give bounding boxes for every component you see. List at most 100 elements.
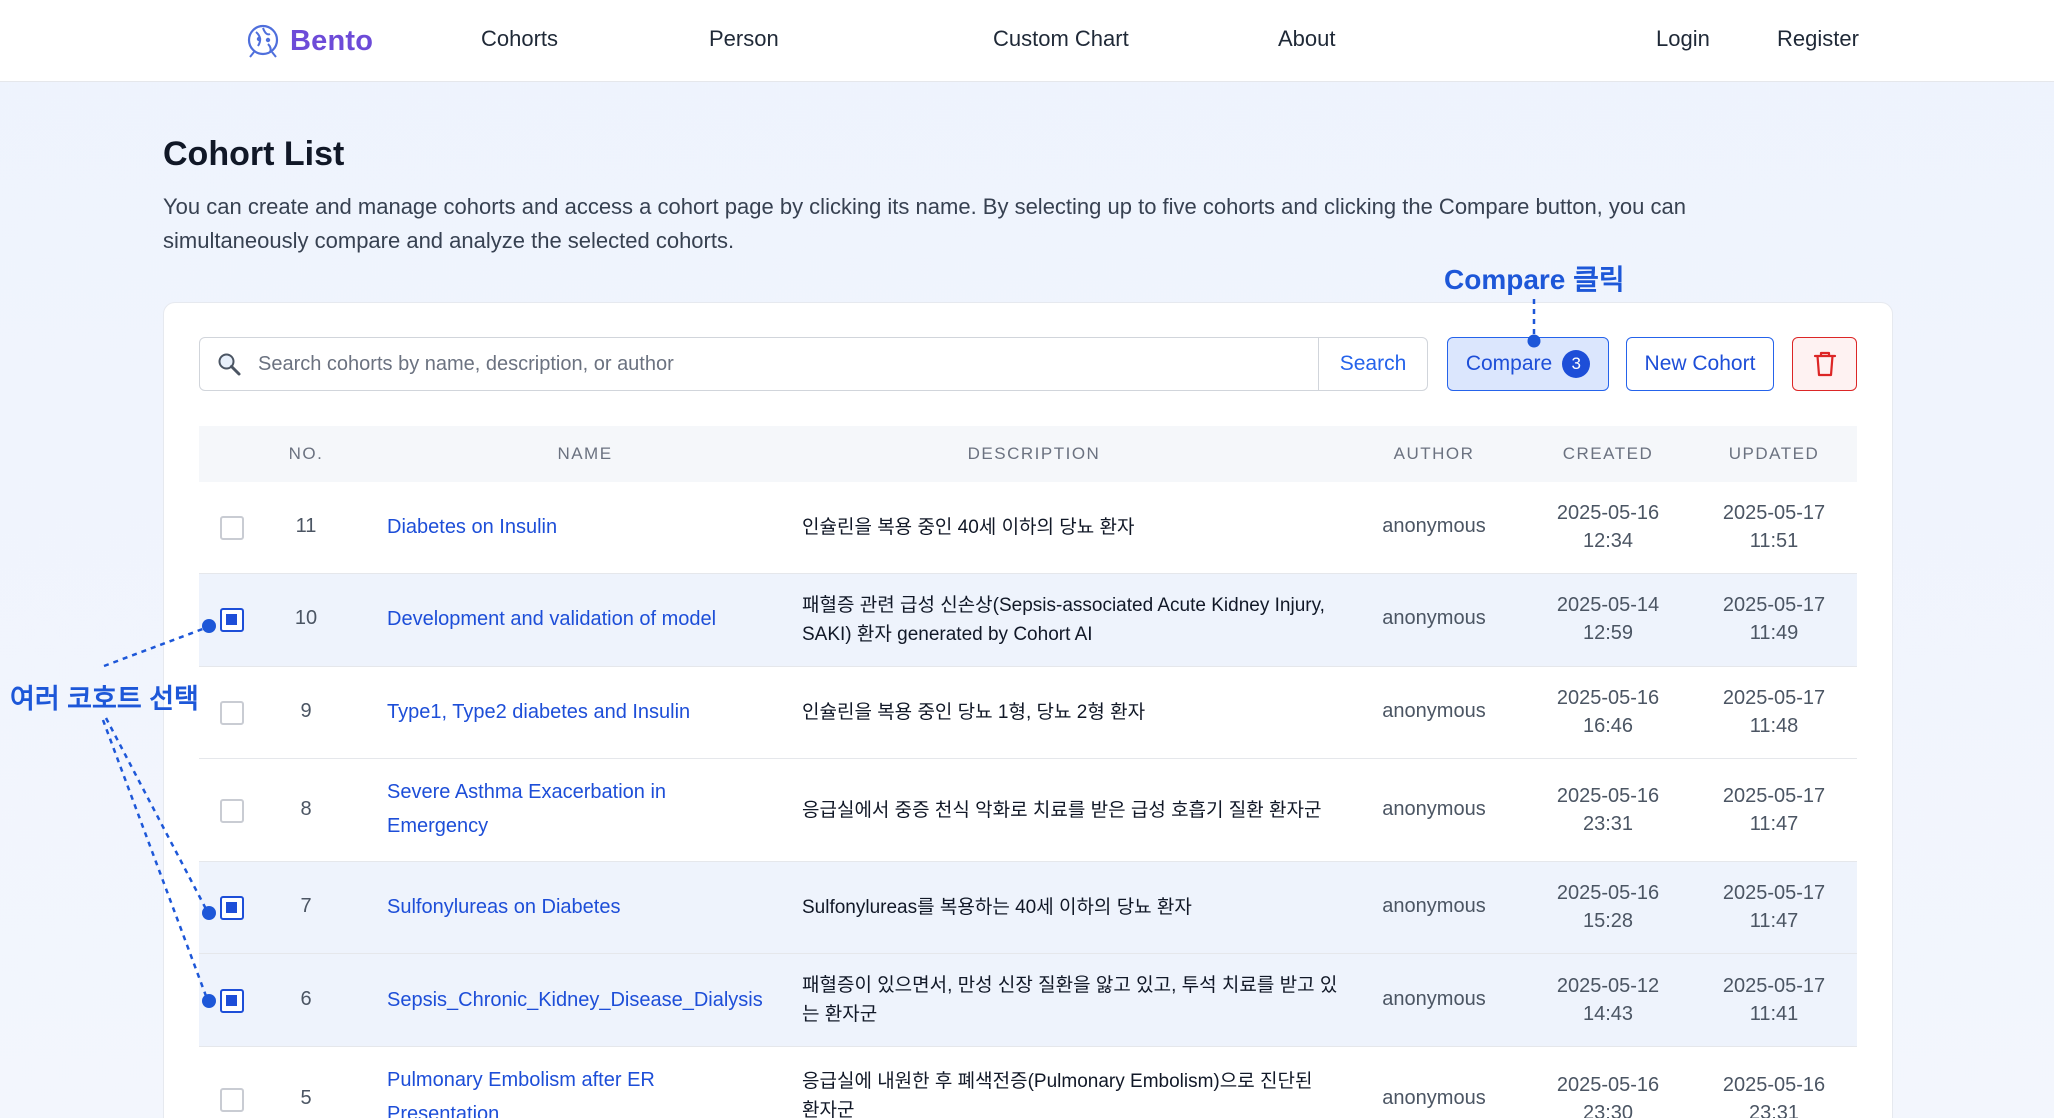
created-date: 2025-05-16 12:34	[1538, 499, 1678, 555]
updated-date: 2025-05-17 11:47	[1704, 782, 1844, 838]
brand-name: Bento	[290, 24, 374, 57]
nav-link-cohorts[interactable]: Cohorts	[481, 26, 558, 52]
created-date-time: 16:46	[1582, 715, 1634, 737]
updated-date: 2025-05-17 11:41	[1704, 972, 1844, 1028]
register-link[interactable]: Register	[1777, 26, 1859, 52]
page-title: Cohort List	[163, 135, 345, 173]
row-checkbox[interactable]	[220, 896, 244, 920]
updated-date-day: 2025-05-17	[1722, 975, 1826, 997]
row-checkbox[interactable]	[220, 989, 244, 1013]
search-button[interactable]: Search	[1318, 337, 1428, 391]
created-date-time: 12:59	[1582, 622, 1634, 644]
updated-date-day: 2025-05-17	[1722, 882, 1826, 904]
nav-link-person[interactable]: Person	[709, 26, 779, 52]
row-number: 9	[300, 700, 312, 722]
created-date: 2025-05-16 23:30	[1538, 1071, 1678, 1118]
cohort-author: anonymous	[1382, 607, 1486, 629]
row-checkbox[interactable]	[220, 701, 244, 725]
nav-link-about[interactable]: About	[1278, 26, 1336, 52]
column-header-updated: UPDATED	[1728, 444, 1820, 463]
cohort-name-link[interactable]: Sepsis_Chronic_Kidney_Disease_Dialysis	[387, 983, 797, 1017]
updated-date-day: 2025-05-17	[1722, 785, 1826, 807]
created-date-day: 2025-05-16	[1556, 1074, 1660, 1096]
created-date-time: 23:31	[1582, 813, 1634, 835]
page-description: You can create and manage cohorts and ac…	[163, 194, 1686, 253]
table-row: 5 Pulmonary Embolism after ER Presentati…	[199, 1047, 1857, 1118]
nav-link-custom-chart[interactable]: Custom Chart	[993, 26, 1129, 52]
created-date-day: 2025-05-16	[1556, 687, 1660, 709]
updated-date: 2025-05-17 11:49	[1704, 591, 1844, 647]
table-row: 8 Severe Asthma Exacerbation in Emergenc…	[199, 759, 1857, 862]
created-date: 2025-05-14 12:59	[1538, 591, 1678, 647]
created-date-time: 15:28	[1582, 910, 1634, 932]
created-date-day: 2025-05-14	[1556, 594, 1660, 616]
brand-logo[interactable]: Bento	[246, 20, 373, 62]
row-checkbox[interactable]	[220, 608, 244, 632]
updated-date-time: 11:47	[1749, 813, 1799, 835]
row-checkbox[interactable]	[220, 799, 244, 823]
bento-logo-icon	[247, 24, 279, 58]
row-number: 8	[300, 798, 312, 820]
trash-icon	[1813, 351, 1836, 377]
compare-count-badge: 3	[1562, 350, 1591, 378]
cohort-author: anonymous	[1382, 515, 1486, 537]
created-date: 2025-05-16 23:31	[1538, 782, 1678, 838]
created-date: 2025-05-16 16:46	[1538, 684, 1678, 740]
cohort-author: anonymous	[1382, 700, 1486, 722]
table-row: 6 Sepsis_Chronic_Kidney_Disease_Dialysis…	[199, 954, 1857, 1047]
column-header-name: NAME	[557, 444, 613, 463]
table-header: NO. NAME DESCRIPTION AUTHOR CREATED UPDA…	[199, 426, 1857, 482]
created-date-time: 23:30	[1582, 1102, 1634, 1118]
row-checkbox[interactable]	[220, 1088, 244, 1112]
search-icon	[218, 353, 241, 376]
table-row: 9 Type1, Type2 diabetes and Insulin 인슐린을…	[199, 667, 1857, 759]
row-number: 7	[300, 895, 312, 917]
created-date-time: 12:34	[1582, 530, 1634, 552]
cohort-author: anonymous	[1382, 895, 1486, 917]
table-row: 7 Sulfonylureas on Diabetes Sulfonylurea…	[199, 862, 1857, 954]
navbar: Bento Cohorts Person Custom Chart About …	[0, 0, 2054, 82]
new-cohort-button[interactable]: New Cohort	[1626, 337, 1774, 391]
table-row: 10 Development and validation of model 패…	[199, 574, 1857, 667]
updated-date-time: 11:51	[1749, 530, 1799, 552]
compare-button-label: Compare	[1465, 352, 1553, 375]
cohort-name-link[interactable]: Pulmonary Embolism after ER Presentation	[387, 1063, 747, 1118]
updated-date: 2025-05-17 11:47	[1704, 879, 1844, 935]
row-number: 11	[295, 515, 317, 537]
cohort-name-link[interactable]: Severe Asthma Exacerbation in Emergency	[387, 775, 747, 843]
annotation-multi-select: 여러 코호트 선택	[10, 684, 199, 714]
updated-date-time: 11:48	[1749, 715, 1799, 737]
cohort-description: 인슐린을 복용 중인 당뇨 1형, 당뇨 2형 환자	[802, 702, 1146, 723]
updated-date-time: 11:41	[1749, 1003, 1799, 1025]
search-box	[199, 337, 1391, 391]
cohort-author: anonymous	[1382, 798, 1486, 820]
cohort-name-link[interactable]: Type1, Type2 diabetes and Insulin	[387, 695, 807, 729]
column-header-author: AUTHOR	[1393, 444, 1475, 463]
updated-date-day: 2025-05-17	[1722, 687, 1826, 709]
cohort-description: 인슐린을 복용 중인 40세 이하의 당뇨 환자	[802, 517, 1135, 538]
cohort-description: 응급실에 내원한 후 폐색전증(Pulmonary Embolism)으로 진단…	[802, 1071, 1313, 1118]
created-date: 2025-05-16 15:28	[1538, 879, 1678, 935]
delete-button[interactable]	[1792, 337, 1857, 391]
updated-date: 2025-05-16 23:31	[1704, 1071, 1844, 1118]
updated-date-time: 11:47	[1749, 910, 1799, 932]
cohort-name-link[interactable]: Sulfonylureas on Diabetes	[387, 890, 807, 924]
created-date-day: 2025-05-12	[1556, 975, 1660, 997]
updated-date: 2025-05-17 11:51	[1704, 499, 1844, 555]
created-date-day: 2025-05-16	[1556, 785, 1660, 807]
cohort-description: 패혈증이 있으면서, 만성 신장 질환을 앓고 있고, 투석 치료를 받고 있는…	[802, 975, 1338, 1025]
annotation-compare-click: Compare 클릭	[1444, 264, 1625, 295]
login-link[interactable]: Login	[1656, 26, 1710, 52]
updated-date-time: 23:31	[1748, 1102, 1800, 1118]
created-date: 2025-05-12 14:43	[1538, 972, 1678, 1028]
cohort-description: Sulfonylureas를 복용하는 40세 이하의 당뇨 환자	[802, 897, 1192, 918]
compare-button[interactable]: Compare 3	[1447, 337, 1609, 391]
cohort-author: anonymous	[1382, 988, 1486, 1010]
cohort-name-link[interactable]: Diabetes on Insulin	[387, 510, 807, 544]
cohort-name-link[interactable]: Development and validation of model	[387, 602, 807, 636]
updated-date-day: 2025-05-16	[1722, 1074, 1826, 1096]
table-row: 11 Diabetes on Insulin 인슐린을 복용 중인 40세 이하…	[199, 482, 1857, 574]
row-checkbox[interactable]	[220, 516, 244, 540]
updated-date-day: 2025-05-17	[1722, 594, 1826, 616]
search-input[interactable]	[242, 338, 1390, 390]
